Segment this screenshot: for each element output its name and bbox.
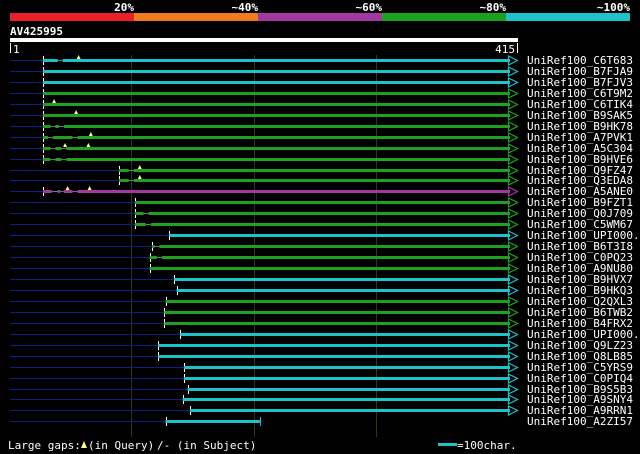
hit-bar (174, 278, 511, 281)
hit-bar (57, 190, 61, 193)
alignment-viewer: 20% ~40% ~60% ~80% ~100% AV425995 1 415 … (8, 1, 640, 452)
hit-bar (43, 59, 58, 62)
score-bar-40 (134, 13, 258, 21)
hit-bar (63, 190, 73, 193)
hit-bar (158, 344, 510, 347)
hit-bar (148, 212, 510, 215)
large-gaps-label: Large gaps: (8, 439, 81, 452)
hit-bar (152, 245, 155, 248)
score-label-20: 20% (114, 1, 134, 14)
hit-bar (43, 136, 48, 139)
hit-bar (133, 179, 510, 182)
hit-bar (52, 136, 73, 139)
hit-bar (77, 136, 510, 139)
query-gap-marker-icon (86, 143, 91, 147)
subject-gap-label: /- (in Subject) (157, 439, 256, 452)
scale-label: =100char. (457, 439, 517, 452)
hit-bar (43, 103, 510, 106)
query-gap-marker-icon (87, 186, 92, 190)
hit-bar (55, 125, 59, 128)
hit-label[interactable]: UniRef100_A2ZI57 (527, 415, 633, 428)
query-end-label: 415 (495, 43, 515, 56)
hit-bar (66, 147, 510, 150)
hit-list: UniRef100_C6T683UniRef100_B7FJA9UniRef10… (10, 54, 640, 428)
hit-bar (165, 420, 260, 423)
hit-bar (43, 158, 51, 161)
hit-bar (134, 212, 144, 215)
score-label-60: ~60% (356, 1, 383, 14)
query-gap-marker-icon (74, 110, 79, 114)
query-sequence: AV425995 1 415 (10, 25, 518, 56)
score-label-40: ~40% (232, 1, 259, 14)
hit-bar (158, 355, 510, 358)
hit-row[interactable]: UniRef100_A2ZI57 (10, 415, 633, 428)
query-start-label: 1 (13, 43, 20, 56)
hit-bar (161, 256, 510, 259)
hit-bar (164, 311, 510, 314)
hit-bar (43, 190, 52, 193)
hit-bar (183, 377, 510, 380)
hit-bar (43, 70, 510, 73)
hit-bar (164, 322, 510, 325)
score-bar-20 (10, 13, 134, 21)
hit-bar (43, 114, 510, 117)
hit-bar (182, 398, 510, 401)
hit-bar (190, 409, 511, 412)
score-bar-80 (382, 13, 506, 21)
hit-bar (183, 366, 510, 369)
hit-bar (134, 223, 146, 226)
query-name: AV425995 (10, 25, 63, 38)
hit-bar (165, 300, 510, 303)
hit-bar (66, 158, 510, 161)
query-gap-marker-icon (137, 165, 142, 169)
hit-bar (180, 333, 510, 336)
score-bar-100 (506, 13, 630, 21)
hit-bar (169, 234, 511, 237)
hit-bar (63, 125, 510, 128)
hit-bar (43, 92, 510, 95)
score-label-80: ~80% (480, 1, 507, 14)
hit-bar (176, 289, 510, 292)
hit-bar (149, 267, 510, 270)
score-bar-60 (258, 13, 382, 21)
hit-bar (118, 179, 129, 182)
hit-bar (187, 388, 511, 391)
footer-legend: Large gaps: (in Query) /- (in Subject) =… (8, 439, 517, 452)
hit-bar (43, 81, 510, 84)
scale-bar (438, 443, 457, 446)
hit-bar (55, 158, 62, 161)
query-gap-marker-icon (76, 55, 81, 59)
hit-bar (149, 256, 157, 259)
query-gap-marker-icon (65, 186, 70, 190)
hit-bar (43, 125, 51, 128)
hit-bar (118, 169, 129, 172)
query-bar (10, 38, 518, 42)
score-legend: 20% ~40% ~60% ~80% ~100% (10, 1, 630, 21)
score-label-100: ~100% (597, 1, 630, 14)
query-gap-marker-icon (137, 175, 142, 179)
query-gap-marker-icon (81, 441, 87, 448)
hit-bar (62, 59, 510, 62)
hit-bar (55, 147, 62, 150)
hit-bar (43, 147, 51, 150)
query-gap-label: (in Query) (88, 439, 154, 452)
query-gap-marker-icon (88, 132, 93, 136)
query-gap-marker-icon (63, 143, 68, 147)
hit-bar (159, 245, 510, 248)
hit-bar (150, 223, 511, 226)
query-gap-marker-icon (52, 99, 57, 103)
hit-bar (133, 169, 510, 172)
hit-bar (134, 201, 511, 204)
hit-bar (77, 190, 510, 193)
